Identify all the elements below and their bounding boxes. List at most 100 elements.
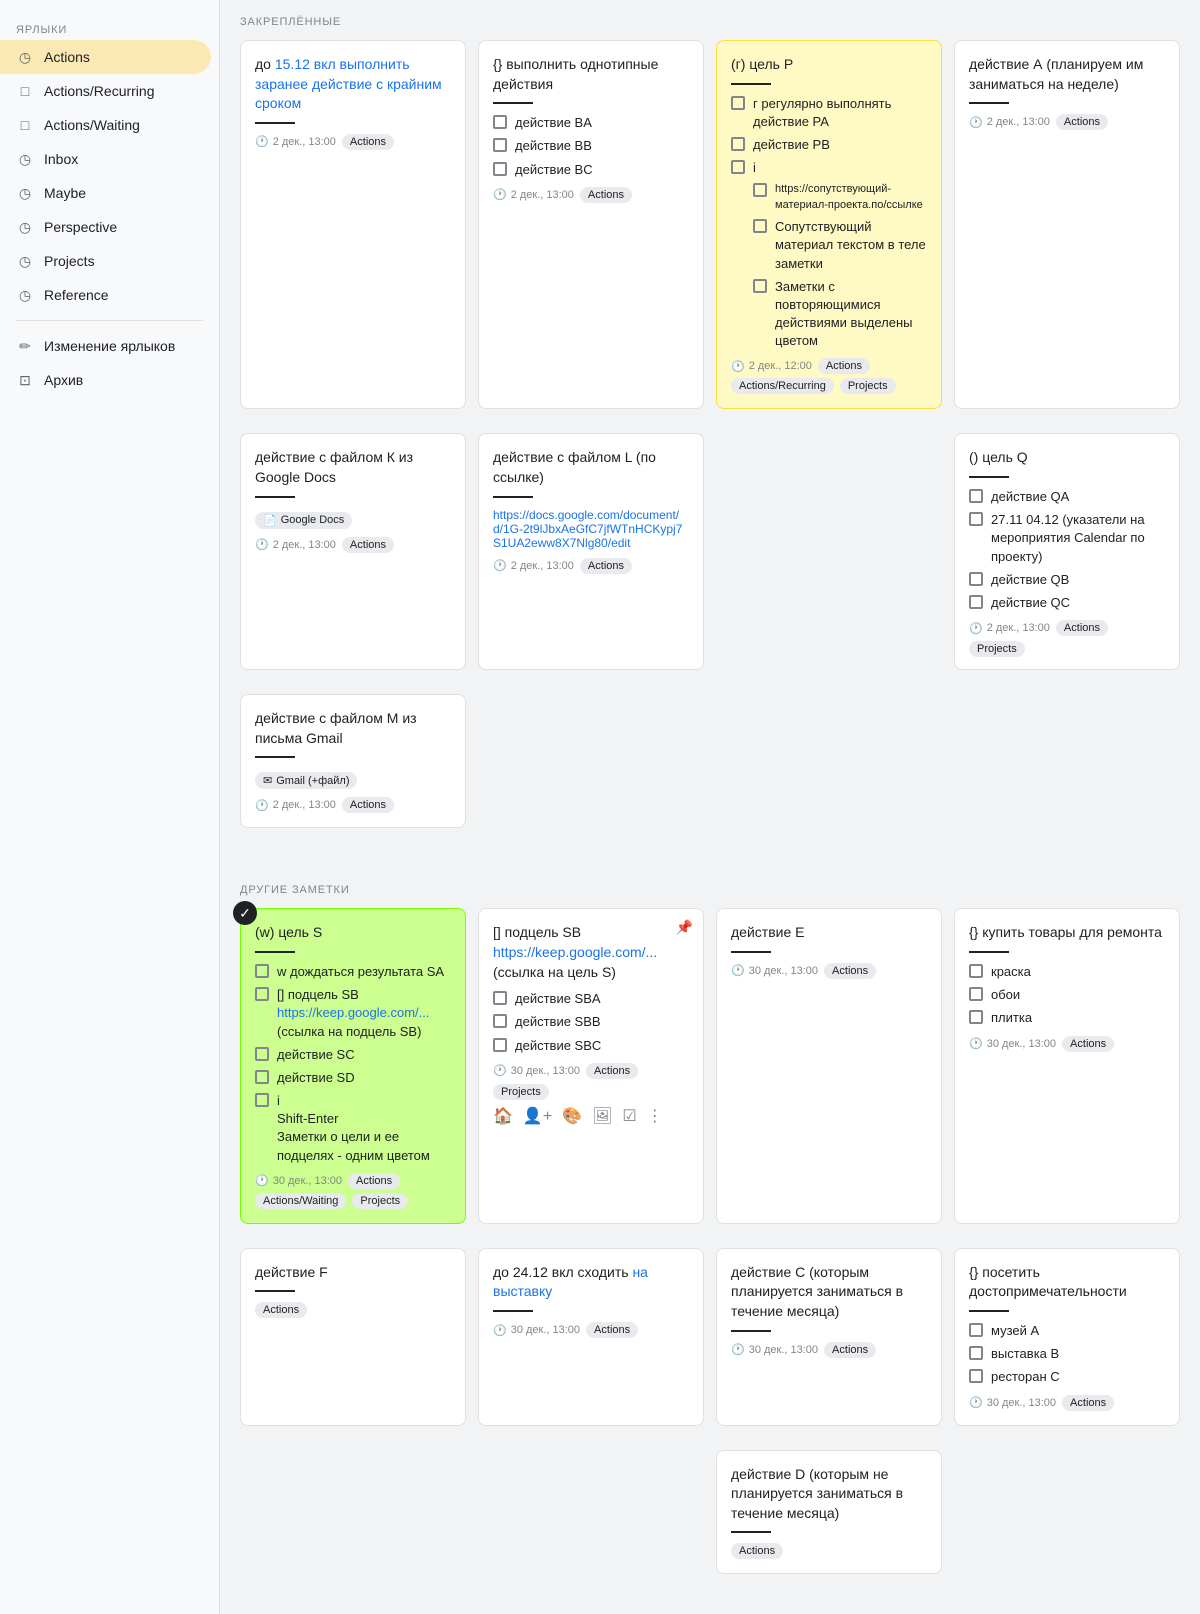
card3-tag-projects[interactable]: Projects <box>840 378 896 394</box>
checkbox-sbb-box[interactable] <box>493 1014 507 1028</box>
cardsb-tag-actions[interactable]: Actions <box>586 1063 638 1079</box>
card-subcell-sb[interactable]: 📌 [] подцель SB https://keep.google.com/… <box>478 908 704 1223</box>
checkbox-notes-box[interactable] <box>753 279 767 293</box>
checkbox-pb-box[interactable] <box>731 137 745 151</box>
sidebar-item-maybe[interactable]: ◷ Maybe <box>0 176 211 210</box>
checkbox-qb-box[interactable] <box>969 572 983 586</box>
card7-tag[interactable]: Actions <box>342 797 394 813</box>
card-file-l[interactable]: действие с файлом L (по ссылке) https://… <box>478 433 704 670</box>
checkbox-sb-link-box[interactable] <box>255 987 269 1001</box>
sb-goal-link[interactable]: https://keep.google.com/... <box>493 944 657 960</box>
checkbox-sba-box[interactable] <box>493 991 507 1005</box>
card-action-a[interactable]: действие А (планируем им заниматься на н… <box>954 40 1180 409</box>
checkbox-pi-box[interactable] <box>731 160 745 174</box>
card3-tag-actions[interactable]: Actions <box>818 358 870 374</box>
card-action-e[interactable]: действие Е 🕐 30 дек., 13:00 Actions <box>716 908 942 1223</box>
checkbox-restaurant-box[interactable] <box>969 1369 983 1383</box>
checkbox-bb-box[interactable] <box>493 138 507 152</box>
sidebar-item-actions[interactable]: ◷ Actions <box>0 40 211 74</box>
cardc-tag[interactable]: Actions <box>824 1342 876 1358</box>
card-goal-q[interactable]: () цель Q действие QA 27.11 04.12 (указа… <box>954 433 1180 670</box>
card-file-l-link[interactable]: https://docs.google.com/document/d/1G-2t… <box>493 508 682 550</box>
cardd-tag[interactable]: Actions <box>731 1543 783 1559</box>
cardsb-tag-projects[interactable]: Projects <box>493 1084 549 1100</box>
cardq-tag-projects[interactable]: Projects <box>969 641 1025 657</box>
checkbox-paint-box[interactable] <box>969 964 983 978</box>
card2-tag[interactable]: Actions <box>580 187 632 203</box>
cardex-tag[interactable]: Actions <box>586 1322 638 1338</box>
checkbox-icon[interactable]: ☑ <box>622 1106 636 1126</box>
add-user-icon[interactable]: 👤+ <box>523 1106 552 1126</box>
palette-icon[interactable]: 🎨 <box>562 1106 582 1126</box>
card-exhibit[interactable]: до 24.12 вкл сходить на выставку 🕐 30 де… <box>478 1248 704 1426</box>
checkbox-qcal-box[interactable] <box>969 512 983 526</box>
card-action-c[interactable]: действие С (которым планируется занимать… <box>716 1248 942 1426</box>
checkbox-tile-box[interactable] <box>969 1010 983 1024</box>
sidebar-item-projects[interactable]: ◷ Projects <box>0 244 211 278</box>
checkbox-qc-box[interactable] <box>969 595 983 609</box>
sb-link[interactable]: https://keep.google.com/... <box>277 1005 429 1020</box>
card5-tag[interactable]: Actions <box>342 537 394 553</box>
checkbox-sbc-box[interactable] <box>493 1038 507 1052</box>
card-goal-s[interactable]: ✓ (w) цель S w дождаться результата SA [… <box>240 908 466 1223</box>
card-file-k[interactable]: действие с файлом К из Google Docs 📄 Goo… <box>240 433 466 670</box>
checkbox-bc-box[interactable] <box>493 162 507 176</box>
card-goal-q-title: () цель Q <box>969 448 1165 468</box>
card-buy-repair[interactable]: {} купить товары для ремонта краска обои… <box>954 908 1180 1223</box>
more-icon[interactable]: ⋮ <box>647 1106 663 1126</box>
sidebar-item-perspective[interactable]: ◷ Perspective <box>0 210 211 244</box>
checkbox-wallpaper-box[interactable] <box>969 987 983 1001</box>
user-icon[interactable]: 🏠 <box>493 1106 513 1126</box>
card-visit[interactable]: {} посетить достопримечательности музей … <box>954 1248 1180 1426</box>
card-deadline-link[interactable]: 15.12 вкл выполнить заранее действие с к… <box>255 56 442 111</box>
exhibit-link[interactable]: на выставку <box>493 1264 648 1300</box>
checkbox-material-box[interactable] <box>753 219 767 233</box>
card-file-m[interactable]: действие с файлом М из письма Gmail ✉ Gm… <box>240 694 466 828</box>
card4-tag[interactable]: Actions <box>1056 114 1108 130</box>
card6-tag[interactable]: Actions <box>580 558 632 574</box>
checkbox-qa-box[interactable] <box>969 489 983 503</box>
checkbox-exhibit-box[interactable] <box>969 1346 983 1360</box>
cardf-tag[interactable]: Actions <box>255 1302 307 1318</box>
card-tag-actions[interactable]: Actions <box>342 134 394 150</box>
sidebar-item-edit-labels[interactable]: ✏ Изменение ярлыков <box>0 329 211 363</box>
card-batch-actions[interactable]: {} выполнить однотипные действия действи… <box>478 40 704 409</box>
chip-google-docs[interactable]: 📄 Google Docs <box>255 512 352 529</box>
checkbox-museum-box[interactable] <box>969 1323 983 1337</box>
sidebar-item-actions-recurring[interactable]: □ Actions/Recurring <box>0 74 211 108</box>
sidebar-item-actions-waiting[interactable]: □ Actions/Waiting <box>0 108 211 142</box>
chip-gmail[interactable]: ✉ Gmail (+файл) <box>255 772 357 789</box>
cardc-time: 🕐 30 дек., 13:00 <box>731 1343 818 1356</box>
checkbox-paint-label: краска <box>991 963 1031 981</box>
sidebar-item-reference[interactable]: ◷ Reference <box>0 278 211 312</box>
card-action-d[interactable]: действие D (которым не планируется заним… <box>716 1450 942 1575</box>
cardc-time-value: 30 дек., 13:00 <box>749 1344 818 1356</box>
other-cards-row1: ✓ (w) цель S w дождаться результата SA [… <box>240 908 1180 1223</box>
checkbox-sc-box[interactable] <box>255 1047 269 1061</box>
card-divider2 <box>493 102 533 104</box>
cards-tag-projects[interactable]: Projects <box>352 1193 408 1209</box>
checkbox-pa-box[interactable] <box>731 96 745 110</box>
cardvisit-tag[interactable]: Actions <box>1062 1395 1114 1411</box>
cardex-meta: 🕐 30 дек., 13:00 Actions <box>493 1322 689 1338</box>
cardq-tag-actions[interactable]: Actions <box>1056 620 1108 636</box>
checkbox-link-box[interactable] <box>753 183 767 197</box>
image-icon[interactable]: 🖼 <box>592 1106 612 1126</box>
sidebar-item-archive[interactable]: ⊡ Архив <box>0 363 211 397</box>
card3-tag-recurring[interactable]: Actions/Recurring <box>731 378 834 394</box>
carde-tag[interactable]: Actions <box>824 963 876 979</box>
cardbuy-tag[interactable]: Actions <box>1062 1036 1114 1052</box>
inbox-icon: ◷ <box>16 150 34 168</box>
cards-tag-actions[interactable]: Actions <box>348 1173 400 1189</box>
checkbox-sd-box[interactable] <box>255 1070 269 1084</box>
checkbox-sa-box[interactable] <box>255 964 269 978</box>
sidebar-item-actions-recurring-label: Actions/Recurring <box>44 83 155 99</box>
card-goal-p[interactable]: (г) цель P г регулярно выполнять действи… <box>716 40 942 409</box>
sidebar-item-inbox[interactable]: ◷ Inbox <box>0 142 211 176</box>
checkbox-ba-box[interactable] <box>493 115 507 129</box>
cards-tag-waiting[interactable]: Actions/Waiting <box>255 1193 346 1209</box>
card-deadline-action[interactable]: до 15.12 вкл выполнить заранее действие … <box>240 40 466 409</box>
checkbox-si-box[interactable] <box>255 1093 269 1107</box>
card-action-f[interactable]: действие F Actions <box>240 1248 466 1426</box>
cardbuy-meta: 🕐 30 дек., 13:00 Actions <box>969 1036 1165 1052</box>
